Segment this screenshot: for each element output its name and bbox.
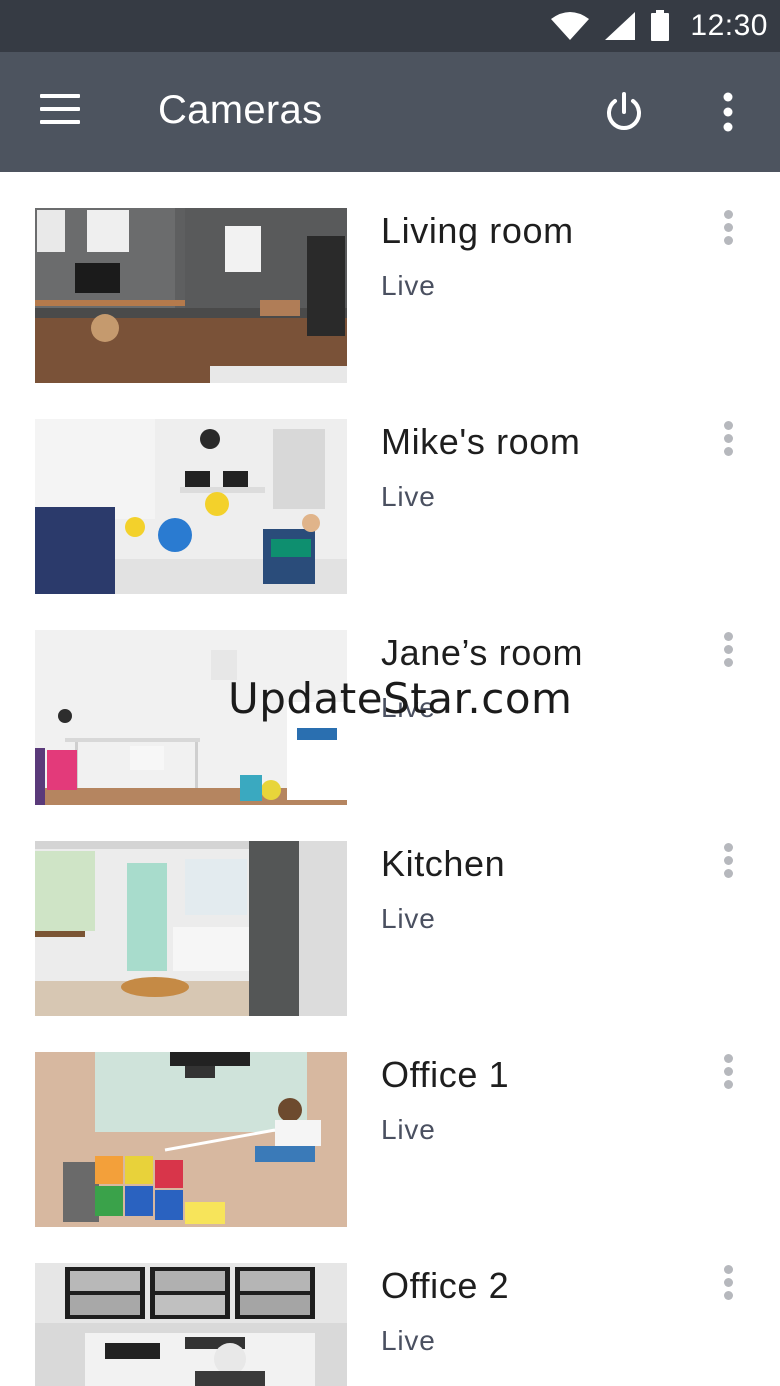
power-icon [607, 92, 641, 130]
more-vert-icon [723, 92, 733, 132]
camera-status: Live [381, 1325, 436, 1356]
camera-thumbnail[interactable] [35, 419, 347, 594]
camera-item-office-2[interactable]: Office 2 Live [0, 1227, 780, 1386]
more-vert-icon [712, 421, 744, 456]
camera-name: Jane’s room [381, 632, 584, 673]
camera-options-button[interactable] [712, 421, 744, 465]
camera-thumbnail[interactable] [35, 841, 347, 1016]
camera-status: Live [381, 692, 436, 723]
camera-thumbnail[interactable] [35, 208, 347, 383]
page-title: Cameras [158, 88, 323, 132]
camera-options-button[interactable] [712, 1054, 744, 1098]
wifi-icon [550, 11, 590, 41]
camera-name: Living room [381, 210, 574, 251]
camera-options-button[interactable] [712, 1265, 744, 1309]
menu-button[interactable] [40, 94, 82, 130]
camera-status: Live [381, 1114, 436, 1145]
camera-thumbnail[interactable] [35, 630, 347, 805]
more-vert-icon [712, 1054, 744, 1089]
more-vert-icon [712, 843, 744, 878]
status-bar: 12:30 [0, 0, 780, 52]
camera-status: Live [381, 481, 436, 512]
menu-icon [40, 94, 82, 124]
camera-item-kitchen[interactable]: Kitchen Live [0, 805, 780, 1016]
battery-icon [650, 10, 670, 42]
status-time: 12:30 [690, 9, 768, 42]
camera-options-button[interactable] [712, 843, 744, 887]
camera-thumbnail[interactable] [35, 1263, 347, 1386]
more-vert-icon [712, 210, 744, 245]
camera-item-office-1[interactable]: Office 1 Live [0, 1016, 780, 1227]
camera-list: Living room Live Mike's room Live Jane’s… [0, 172, 780, 1386]
more-vert-icon [712, 1265, 744, 1300]
camera-item-mikes-room[interactable]: Mike's room Live [0, 383, 780, 594]
power-button[interactable] [602, 90, 646, 134]
cellular-signal-icon [604, 11, 636, 41]
camera-name: Office 1 [381, 1054, 510, 1095]
camera-options-button[interactable] [712, 210, 744, 254]
camera-item-janes-room[interactable]: Jane’s room Live [0, 594, 780, 805]
camera-name: Mike's room [381, 421, 581, 462]
camera-name: Office 2 [381, 1265, 510, 1306]
camera-item-living-room[interactable]: Living room Live [0, 172, 780, 383]
camera-status: Live [381, 903, 436, 934]
camera-options-button[interactable] [712, 632, 744, 676]
camera-name: Kitchen [381, 843, 506, 884]
overflow-menu-button[interactable] [714, 90, 742, 134]
camera-status: Live [381, 270, 436, 301]
app-bar: Cameras [0, 52, 780, 172]
more-vert-icon [712, 632, 744, 667]
camera-thumbnail[interactable] [35, 1052, 347, 1227]
